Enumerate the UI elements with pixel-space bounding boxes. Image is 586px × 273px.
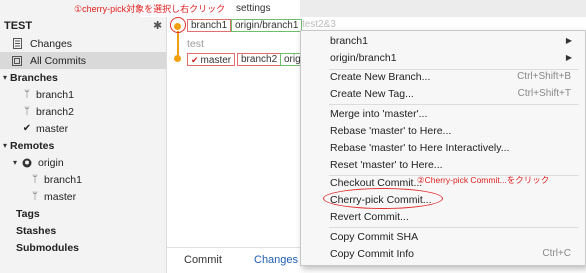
settings-label[interactable]: settings [236,3,270,14]
commit-message: test [187,38,204,50]
sidebar-item-all-commits[interactable]: All Commits [0,52,166,69]
context-menu: branch1 ▶ origin/branch1 ▶ Create New Br… [300,30,586,266]
menu-item-create-branch[interactable]: Create New Branch... Ctrl+Shift+B [301,68,585,85]
caret-down-icon: ▾ [2,73,7,82]
top-strip: ①cherry-pick対象を選択し右クリック settings [0,0,586,17]
annotation-click-cherry-pick: ②Cherry-pick Commit...をクリック [417,175,550,185]
document-icon [10,38,24,49]
branch-label: branch1 [36,88,74,101]
branch-tag-master[interactable]: ✔ master [187,53,236,66]
sidebar-item-origin-master[interactable]: ᛘ master [0,188,166,205]
branch-icon: ᛘ [32,174,38,185]
remote-label: origin [38,156,64,169]
commits-icon [10,55,24,66]
sidebar-section-stashes[interactable]: Stashes [0,222,166,239]
branch-icon: ᛘ [32,191,38,202]
shortcut: Ctrl+C [542,248,571,259]
section-header: Remotes [10,139,55,152]
sidebar-item-origin[interactable]: ▾ origin [0,154,166,171]
caret-down-icon: ▾ [12,158,17,167]
menu-item-cherry-pick[interactable]: Cherry-pick Commit... [301,188,585,209]
shortcut: Ctrl+Shift+T [517,88,571,99]
sidebar-item-label: All Commits [30,54,87,67]
menu-item-rebase[interactable]: Rebase 'master' to Here... [301,122,585,139]
menu-item-revert[interactable]: Revert Commit... [301,208,585,225]
section-header: Submodules [16,241,80,254]
sidebar-section-remotes[interactable]: ▾ Remotes [0,137,166,154]
sidebar: TEST ✱ Changes All Commits ▾ Branches ᛘ … [0,17,167,273]
bottom-tabs: Commit Changes [167,247,303,273]
menu-item-rebase-interactive[interactable]: Rebase 'master' to Here Interactively... [301,139,585,156]
commit-graph: branch1 origin/branch1 test2&3 test ✔ mas… [167,17,336,273]
shortcut: Ctrl+Shift+B [517,71,571,82]
sidebar-section-branches[interactable]: ▾ Branches [0,69,166,86]
sidebar-section-submodules[interactable]: Submodules [0,239,166,256]
check-icon: ✔ [22,123,32,134]
branch-label: master [36,122,69,135]
branch-icon: ᛘ [24,106,30,117]
sidebar-item-changes[interactable]: Changes [0,35,166,52]
sidebar-item-branch2[interactable]: ᛘ branch2 [0,103,166,120]
menu-item-copy-info[interactable]: Copy Commit Info Ctrl+C [301,245,585,262]
sidebar-item-origin-branch1[interactable]: ᛘ branch1 [0,171,166,188]
menu-item-origin-branch1[interactable]: origin/branch1 ▶ [301,49,585,66]
gear-icon[interactable]: ✱ [153,19,162,32]
selection-circle-annotation [170,17,186,33]
tab-commit[interactable]: Commit [184,254,222,266]
branch-icon: ᛘ [24,89,30,100]
branch-label: branch1 [44,173,82,186]
menu-item-copy-sha[interactable]: Copy Commit SHA [301,228,585,245]
menu-item-reset[interactable]: Reset 'master' to Here... [301,156,585,173]
section-header: Branches [10,71,58,84]
check-icon: ✔ [191,55,199,65]
branch-label: branch2 [36,105,74,118]
menu-item-merge[interactable]: Merge into 'master'... [301,105,585,122]
section-header: Tags [16,207,40,220]
menu-item-checkout-commit[interactable]: Checkout Commit... ②Cherry-pick Commit..… [301,174,585,191]
tab-changes[interactable]: Changes [254,254,298,266]
branch-label: master [44,190,77,203]
sidebar-section-tags[interactable]: Tags [0,205,166,222]
sidebar-item-label: Changes [30,37,73,50]
submenu-arrow-icon: ▶ [565,53,572,62]
remote-branch-tag[interactable]: origin/branch1 [231,19,303,32]
commit-node[interactable] [174,55,181,62]
submenu-arrow-icon: ▶ [565,36,572,45]
annotation-select-commit: ①cherry-pick対象を選択し右クリック [74,4,226,14]
repo-title: TEST [4,20,33,32]
menu-item-create-tag[interactable]: Create New Tag... Ctrl+Shift+T [301,85,585,102]
sidebar-item-master[interactable]: ✔ master [0,120,166,137]
caret-down-icon: ▾ [2,141,7,150]
menu-item-branch1[interactable]: branch1 ▶ [301,32,585,49]
github-icon [20,158,34,168]
sidebar-item-branch1[interactable]: ᛘ branch1 [0,86,166,103]
section-header: Stashes [16,224,57,237]
branch-tag[interactable]: branch1 [187,19,232,32]
branch-tag[interactable]: branch2 [237,53,282,66]
